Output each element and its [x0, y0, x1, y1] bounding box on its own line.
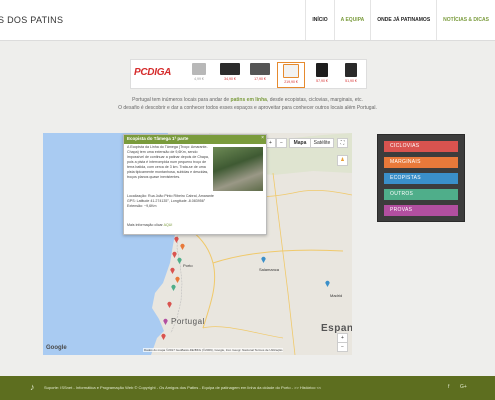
- map-marker-marginal[interactable]: [175, 276, 180, 283]
- popup-title: Ecopista do Tâmega 1ª parte: [124, 135, 266, 144]
- popup-photo: [213, 147, 263, 191]
- map-marker-ecopista[interactable]: [261, 256, 266, 263]
- product-image: [192, 63, 206, 75]
- ad-product[interactable]: 17,90 €: [247, 62, 273, 86]
- map-marker-ecopista[interactable]: [325, 280, 330, 287]
- map-label-portugal: Portugal: [171, 317, 205, 326]
- map-info-popup: Ecopista do Tâmega 1ª parte × A Ecopista…: [123, 134, 267, 235]
- map-city-porto: Porto: [183, 263, 193, 268]
- product-price: 219,90 €: [284, 80, 298, 84]
- ad-product[interactable]: 57,90 €: [309, 62, 335, 86]
- map-attribution: Dados do mapa ©2017 GeoBasis-DE/BKG (©20…: [143, 348, 284, 352]
- main-nav: INÍCIO A EQUIPA ONDE JÁ PATINAMOS NOTÍCI…: [305, 0, 495, 40]
- map-city-salamanca: Salamanca: [259, 267, 280, 272]
- legend-ciclovias[interactable]: CICLOVIAS: [384, 141, 458, 152]
- ad-product[interactable]: 219,90 €: [277, 62, 305, 88]
- fullscreen-icon[interactable]: ⛶: [337, 138, 348, 148]
- popup-more-link[interactable]: AQUI: [164, 223, 173, 227]
- map-marker-outros[interactable]: [177, 257, 182, 264]
- ad-product[interactable]: 34,90 €: [217, 62, 243, 86]
- product-image: [345, 63, 357, 77]
- site-header: S DOS PATINS INÍCIO A EQUIPA ONDE JÁ PAT…: [0, 0, 495, 41]
- map-marker-ciclovia[interactable]: [167, 301, 172, 308]
- nav-onde-ja-patinamos[interactable]: ONDE JÁ PATINAMOS: [370, 0, 436, 40]
- close-icon[interactable]: ×: [261, 136, 264, 141]
- product-image: [250, 63, 270, 75]
- nav-a-equipa[interactable]: A EQUIPA: [333, 0, 371, 40]
- site-footer: ♪ Suporte: ISSnet - Informática e Progra…: [0, 376, 495, 400]
- map-marker-outros[interactable]: [171, 284, 176, 291]
- zoom-out-button[interactable]: −: [276, 138, 287, 148]
- nav-inicio[interactable]: INÍCIO: [305, 0, 333, 40]
- footer-text: Suporte: ISSnet - Informática e Programa…: [44, 385, 322, 390]
- legend-ecopistas[interactable]: ECOPISTAS: [384, 173, 458, 184]
- intro-text-part: , desde ecopistas, ciclovias, marginais,…: [266, 97, 363, 103]
- ad-product[interactable]: 4,99 €: [186, 62, 212, 86]
- product-price: 4,99 €: [194, 77, 204, 81]
- popup-more-info: Mais informação clicar AQUI: [127, 223, 172, 228]
- product-price: 51,90 €: [345, 79, 357, 83]
- popup-details: Localização: Rua João Pinto Ribeiro Cabr…: [127, 194, 263, 209]
- google-logo: Google: [46, 345, 67, 351]
- map-type-map-button[interactable]: Mapa: [289, 138, 311, 148]
- product-image: [220, 63, 240, 75]
- street-view-pegman-icon[interactable]: ♟: [337, 155, 348, 166]
- map-marker-marginal[interactable]: [180, 243, 185, 250]
- popup-description: A Ecopista da Linha do Tâmega (Troço: Am…: [127, 145, 209, 179]
- map-city-madrid: Madrid: [330, 293, 343, 298]
- product-price: 17,90 €: [254, 77, 266, 81]
- intro-line-2: O desafio é descobrir e dar a conhecer t…: [118, 105, 377, 111]
- nav-noticias-dicas[interactable]: NOTÍCIAS & DICAS: [436, 0, 495, 40]
- ad-product[interactable]: 51,90 €: [338, 62, 364, 86]
- popup-extension: Extensão: ~9,6Km: [127, 204, 157, 208]
- intro-highlight: patins em linha: [230, 97, 267, 103]
- legend-provas[interactable]: PROVAS: [384, 205, 458, 216]
- product-image: [316, 63, 328, 77]
- site-brand[interactable]: S DOS PATINS: [0, 15, 63, 25]
- map-marker-provas[interactable]: [163, 318, 168, 325]
- product-price: 57,90 €: [316, 79, 328, 83]
- map-marker-ciclovia[interactable]: [170, 267, 175, 274]
- map-type-satellite-button[interactable]: Satélite: [310, 138, 334, 148]
- google-plus-icon[interactable]: G+: [460, 384, 467, 390]
- legend-outros[interactable]: OUTROS: [384, 189, 458, 200]
- intro-line-1: Portugal tem inúmeros locais para andar …: [100, 96, 395, 104]
- popup-more-label: Mais informação clicar: [127, 223, 164, 227]
- pcdiga-ad-banner[interactable]: PCDIGA 4,99 € 34,90 € 17,90 € 219,90 € 5…: [130, 59, 367, 89]
- facebook-icon[interactable]: f: [448, 384, 449, 390]
- map-marker-ciclovia[interactable]: [174, 236, 179, 243]
- legend-marginais[interactable]: MARGINAIS: [384, 157, 458, 168]
- intro-text-part: Portugal tem inúmeros locais para andar …: [132, 97, 231, 103]
- footer-logo: ♪: [30, 382, 35, 392]
- intro-text: Portugal tem inúmeros locais para andar …: [100, 96, 395, 112]
- pcdiga-logo: PCDIGA: [134, 67, 172, 78]
- map-legend: CICLOVIAS MARGINAIS ECOPISTAS OUTROS PRO…: [377, 134, 465, 222]
- product-image: [283, 64, 299, 78]
- map-marker-ciclovia[interactable]: [161, 333, 166, 340]
- map-zoom-minus-icon[interactable]: −: [337, 342, 348, 352]
- product-price: 34,90 €: [224, 77, 236, 81]
